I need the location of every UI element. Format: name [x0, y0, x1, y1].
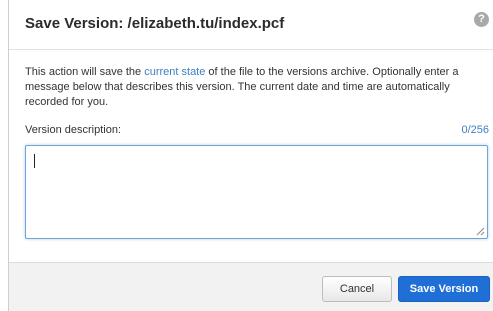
question-circle-icon[interactable]: ? — [474, 12, 489, 27]
description-text-start: This action will save the — [25, 66, 145, 78]
dialog-footer: Cancel Save Version — [9, 262, 493, 311]
text-caret — [34, 154, 35, 168]
dialog-title: Save Version: /elizabeth.tu/index.pcf — [25, 15, 285, 32]
current-state-link[interactable]: current state — [144, 66, 205, 78]
dialog-description: This action will save the current state … — [25, 65, 480, 110]
save-version-dialog: Save Version: /elizabeth.tu/index.pcf ? … — [0, 0, 493, 311]
cancel-button[interactable]: Cancel — [322, 276, 392, 302]
version-description-textarea[interactable] — [25, 145, 488, 239]
version-description-label: Version description: — [25, 124, 121, 136]
character-counter: 0/256 — [461, 124, 489, 136]
save-version-button[interactable]: Save Version — [398, 276, 490, 302]
resize-grip-icon[interactable] — [476, 227, 485, 236]
dialog-header: Save Version: /elizabeth.tu/index.pcf ? — [9, 0, 493, 50]
